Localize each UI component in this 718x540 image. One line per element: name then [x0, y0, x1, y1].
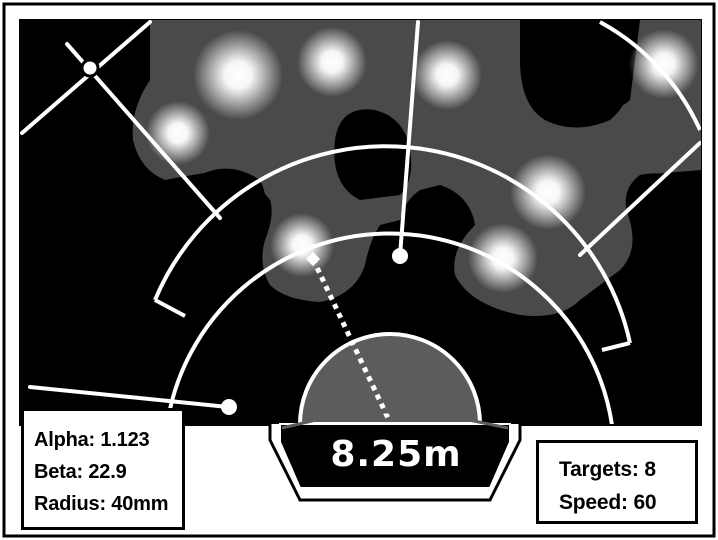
radius-stat: Radius: 40mm: [34, 493, 169, 515]
unscanned-patch: [520, 20, 631, 128]
mission-stats-panel: Targets: 8 Speed: 60: [536, 440, 698, 524]
target-glow: [297, 27, 367, 97]
targets-stat: Targets: 8: [559, 458, 656, 481]
probe-marker: [392, 248, 408, 264]
distance-readout: 8.25m: [330, 434, 462, 475]
beta-stat: Beta: 22.9: [34, 461, 127, 483]
unscanned-patch: [636, 170, 701, 247]
probe-stats-panel: Alpha: 1.123 Beta: 22.9 Radius: 40mm: [21, 408, 185, 530]
alpha-stat: Alpha: 1.123: [34, 429, 150, 451]
speed-stat: Speed: 60: [559, 491, 657, 514]
probe-marker: [221, 399, 237, 415]
target-glow: [412, 40, 482, 110]
target-glow: [510, 154, 586, 230]
target-glow: [629, 29, 699, 99]
target-glow: [193, 30, 283, 120]
probe-marker: [80, 58, 100, 78]
target-glow: [146, 101, 210, 165]
